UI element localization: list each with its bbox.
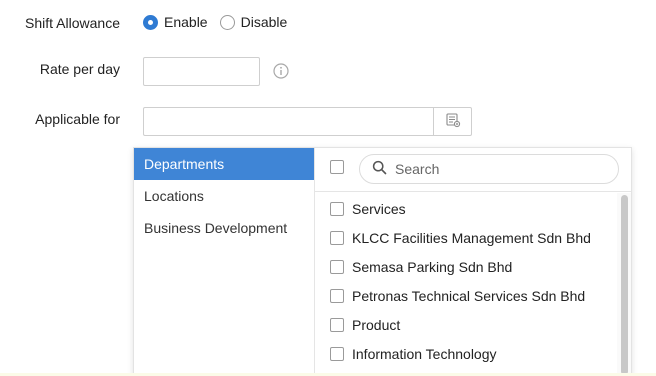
list-item-product[interactable]: Product	[315, 310, 617, 339]
shift-allowance-label: Shift Allowance	[25, 15, 120, 31]
list-picker-icon	[445, 112, 461, 131]
rate-per-day-label: Rate per day	[39, 61, 120, 77]
item-label: KLCC Facilities Management Sdn Bhd	[352, 229, 591, 246]
enable-radio-label: Enable	[164, 14, 208, 30]
list-item-petronas[interactable]: Petronas Technical Services Sdn Bhd	[315, 281, 617, 310]
category-departments[interactable]: Departments	[134, 148, 314, 180]
item-label: Semasa Parking Sdn Bhd	[352, 258, 513, 275]
category-locations[interactable]: Locations	[134, 180, 314, 212]
applicable-for-input[interactable]	[143, 107, 433, 136]
scrollbar-thumb[interactable]	[621, 195, 628, 375]
disable-radio[interactable]	[219, 14, 235, 30]
item-checkbox[interactable]	[330, 230, 344, 245]
search-input[interactable]	[395, 161, 595, 177]
info-icon[interactable]	[273, 63, 289, 79]
item-checkbox[interactable]	[330, 201, 344, 216]
applicable-for-dropdown: Departments Locations Business Developme…	[133, 147, 632, 376]
item-label: Information Technology	[352, 345, 497, 362]
options-list: Services KLCC Facilities Management Sdn …	[315, 193, 617, 375]
list-item-semasa[interactable]: Semasa Parking Sdn Bhd	[315, 252, 617, 281]
category-list: Departments Locations Business Developme…	[134, 148, 315, 375]
disable-radio-label: Disable	[240, 14, 288, 30]
item-checkbox[interactable]	[330, 317, 344, 332]
applicable-for-picker-button[interactable]	[433, 107, 472, 136]
item-checkbox[interactable]	[330, 346, 344, 361]
category-business-development[interactable]: Business Development	[134, 212, 314, 244]
search-box[interactable]	[359, 154, 619, 184]
options-scrollbar[interactable]	[617, 193, 631, 375]
shift-allowance-radio-group: Enable Disable	[143, 14, 287, 30]
search-icon	[372, 160, 387, 178]
enable-radio[interactable]	[143, 14, 158, 30]
applicable-for-label: Applicable for	[35, 111, 120, 127]
item-label: Services	[352, 200, 406, 217]
select-all-checkbox[interactable]	[330, 160, 344, 174]
disable-radio-option[interactable]: Disable	[219, 14, 288, 30]
options-panel: Services KLCC Facilities Management Sdn …	[315, 148, 631, 375]
rate-per-day-input[interactable]	[143, 57, 260, 86]
item-checkbox[interactable]	[330, 288, 344, 303]
options-header	[315, 148, 631, 192]
item-checkbox[interactable]	[330, 259, 344, 274]
list-item-information-technology[interactable]: Information Technology	[315, 339, 617, 368]
list-item-klcc[interactable]: KLCC Facilities Management Sdn Bhd	[315, 223, 617, 252]
enable-radio-option[interactable]: Enable	[143, 14, 208, 30]
list-item-services[interactable]: Services	[315, 194, 617, 223]
item-label: Petronas Technical Services Sdn Bhd	[352, 287, 586, 304]
item-label: Product	[352, 316, 401, 333]
